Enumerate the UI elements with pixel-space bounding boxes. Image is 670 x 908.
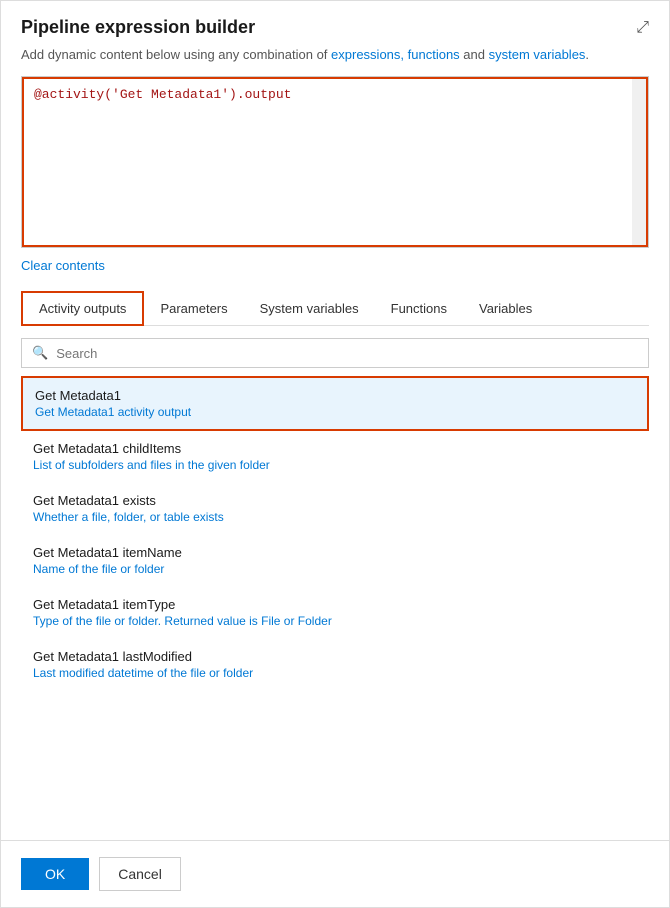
subtitle-text-and: and <box>460 47 489 62</box>
search-section: 🔍 <box>21 338 649 368</box>
expression-area: @activity('Get Metadata1').output <box>21 76 649 248</box>
expressions-link[interactable]: expressions, <box>331 47 404 62</box>
list-item-3[interactable]: Get Metadata1 exists Whether a file, fol… <box>21 483 649 535</box>
system-variables-link[interactable]: system variables <box>489 47 586 62</box>
list-item-5-title: Get Metadata1 itemType <box>33 597 637 612</box>
clear-contents-link[interactable]: Clear contents <box>21 258 649 273</box>
list-item-5[interactable]: Get Metadata1 itemType Type of the file … <box>21 587 649 639</box>
list-item-4[interactable]: Get Metadata1 itemName Name of the file … <box>21 535 649 587</box>
search-input[interactable] <box>56 346 638 361</box>
footer: OK Cancel <box>1 840 669 907</box>
list-item-2-desc: List of subfolders and files in the give… <box>33 458 637 472</box>
pipeline-expression-builder: Pipeline expression builder ⤢ Add dynami… <box>0 0 670 908</box>
list-item-1[interactable]: Get Metadata1 Get Metadata1 activity out… <box>21 376 649 431</box>
list-item-1-desc: Get Metadata1 activity output <box>35 405 635 419</box>
list-item-3-title: Get Metadata1 exists <box>33 493 637 508</box>
list-item-4-title: Get Metadata1 itemName <box>33 545 637 560</box>
expression-editor[interactable]: @activity('Get Metadata1').output <box>22 77 648 247</box>
subtitle-text-before: Add dynamic content below using any comb… <box>21 47 331 62</box>
list-item-2-title: Get Metadata1 childItems <box>33 441 637 456</box>
list-item-2[interactable]: Get Metadata1 childItems List of subfold… <box>21 431 649 483</box>
subtitle: Add dynamic content below using any comb… <box>1 46 669 76</box>
list-section: Get Metadata1 Get Metadata1 activity out… <box>21 376 649 840</box>
expression-text: @activity('Get Metadata1').output <box>34 87 291 102</box>
list-item-6-title: Get Metadata1 lastModified <box>33 649 637 664</box>
scrollbar[interactable] <box>632 79 646 245</box>
tab-system-variables[interactable]: System variables <box>244 293 375 324</box>
tab-parameters[interactable]: Parameters <box>144 293 243 324</box>
tab-variables[interactable]: Variables <box>463 293 548 324</box>
cancel-button[interactable]: Cancel <box>99 857 181 891</box>
list-item-6-desc: Last modified datetime of the file or fo… <box>33 666 637 680</box>
search-icon: 🔍 <box>32 345 48 361</box>
search-box: 🔍 <box>21 338 649 368</box>
tabs-row: Activity outputs Parameters System varia… <box>21 291 649 326</box>
tab-activity-outputs[interactable]: Activity outputs <box>21 291 144 326</box>
subtitle-text-after: . <box>585 47 589 62</box>
tabs-section: Activity outputs Parameters System varia… <box>21 291 649 326</box>
list-item-5-desc: Type of the file or folder. Returned val… <box>33 614 637 628</box>
list-item-4-desc: Name of the file or folder <box>33 562 637 576</box>
ok-button[interactable]: OK <box>21 858 89 890</box>
functions-link[interactable]: functions <box>408 47 460 62</box>
list-item-3-desc: Whether a file, folder, or table exists <box>33 510 637 524</box>
page-title: Pipeline expression builder <box>21 17 255 38</box>
list-item-6[interactable]: Get Metadata1 lastModified Last modified… <box>21 639 649 691</box>
list-item-1-title: Get Metadata1 <box>35 388 635 403</box>
header: Pipeline expression builder ⤢ <box>1 1 669 46</box>
expand-icon[interactable]: ⤢ <box>636 19 649 37</box>
tab-functions[interactable]: Functions <box>375 293 463 324</box>
